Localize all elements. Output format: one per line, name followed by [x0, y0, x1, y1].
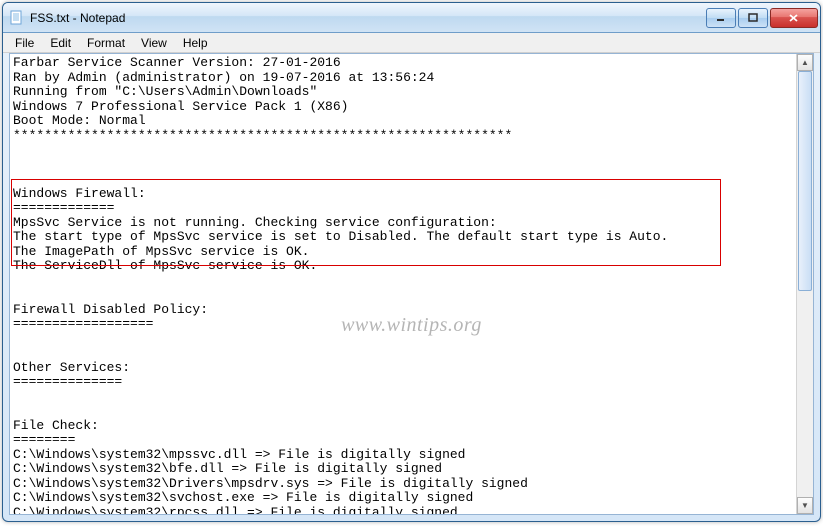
scroll-down-button[interactable]: ▼	[797, 497, 813, 514]
vertical-scrollbar[interactable]: ▲ ▼	[796, 54, 813, 514]
titlebar[interactable]: FSS.txt - Notepad	[3, 3, 820, 33]
menu-file[interactable]: File	[7, 34, 42, 52]
menu-format[interactable]: Format	[79, 34, 133, 52]
notepad-window: FSS.txt - Notepad File Edit Format View …	[2, 2, 821, 522]
window-controls	[706, 8, 818, 28]
notepad-icon	[9, 10, 25, 26]
close-button[interactable]	[770, 8, 818, 28]
minimize-button[interactable]	[706, 8, 736, 28]
scroll-thumb[interactable]	[798, 71, 812, 291]
content-area: Farbar Service Scanner Version: 27-01-20…	[9, 53, 814, 515]
scroll-track[interactable]	[797, 71, 813, 497]
text-editor[interactable]: Farbar Service Scanner Version: 27-01-20…	[10, 54, 796, 514]
menu-view[interactable]: View	[133, 34, 175, 52]
menu-help[interactable]: Help	[175, 34, 216, 52]
scroll-up-button[interactable]: ▲	[797, 54, 813, 71]
menu-edit[interactable]: Edit	[42, 34, 79, 52]
maximize-button[interactable]	[738, 8, 768, 28]
window-title: FSS.txt - Notepad	[30, 11, 706, 25]
menubar: File Edit Format View Help	[3, 33, 820, 53]
